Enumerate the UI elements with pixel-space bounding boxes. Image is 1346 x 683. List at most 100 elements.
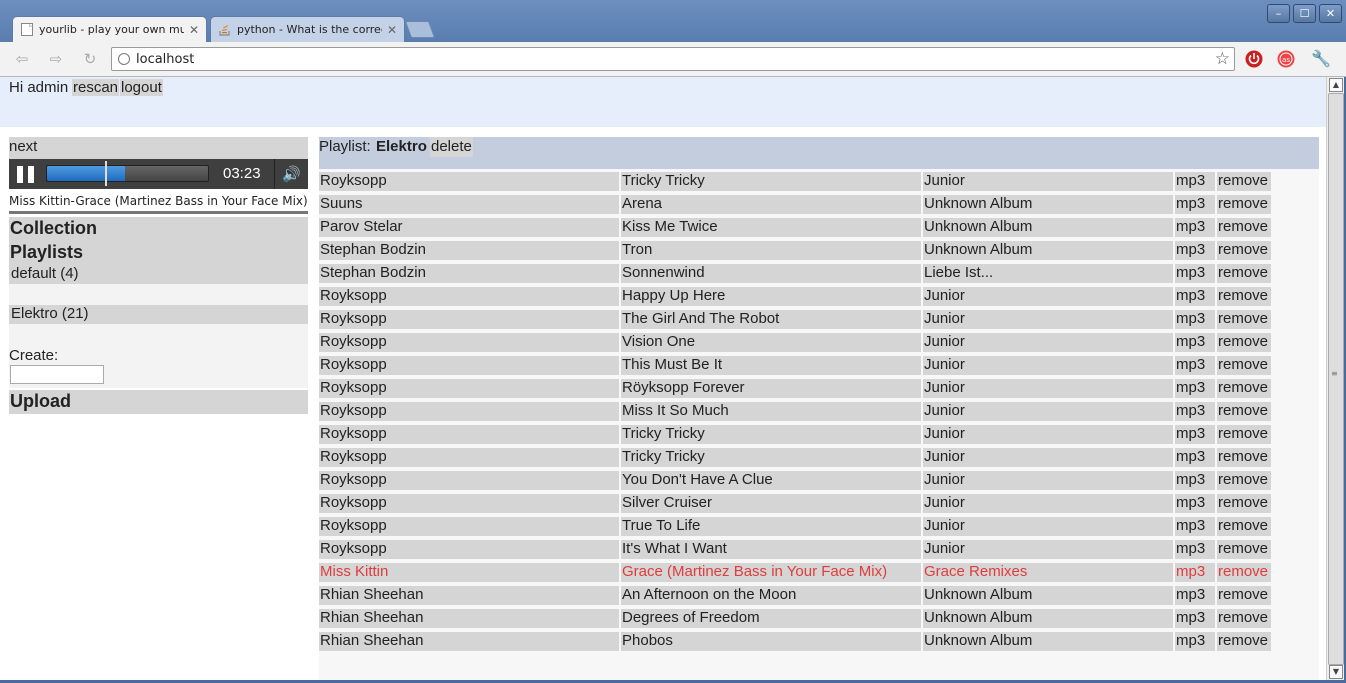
table-row[interactable]: Rhian Sheehan Degrees of Freedom Unknown A… bbox=[319, 609, 1271, 628]
remove-track-button[interactable]: remove bbox=[1217, 494, 1271, 513]
remove-track-button[interactable]: remove bbox=[1217, 379, 1271, 398]
album-cell: Junior bbox=[923, 540, 1173, 559]
album-cell: Junior bbox=[923, 172, 1173, 191]
scroll-up-icon[interactable]: ▲ bbox=[1329, 78, 1343, 92]
upload-link[interactable]: Upload bbox=[9, 390, 308, 414]
lastfm-extension-icon[interactable]: as bbox=[1277, 50, 1295, 68]
table-row[interactable]: Royksopp It's What I Want Junior mp3 remove bbox=[319, 540, 1271, 559]
forward-icon[interactable]: ⇨ bbox=[46, 50, 66, 68]
seek-bar[interactable] bbox=[46, 161, 209, 186]
title-cell: Vision One bbox=[621, 333, 921, 352]
remove-track-button[interactable]: remove bbox=[1217, 264, 1271, 283]
format-cell: mp3 bbox=[1175, 218, 1215, 237]
maximize-icon[interactable]: ☐ bbox=[1293, 4, 1316, 23]
tab-yourlib[interactable]: yourlib - play your own mu ✕ bbox=[12, 16, 207, 42]
table-row[interactable]: Royksopp Vision One Junior mp3 remove bbox=[319, 333, 1271, 352]
remove-track-button[interactable]: remove bbox=[1217, 586, 1271, 605]
pause-icon[interactable] bbox=[17, 166, 35, 183]
wrench-icon[interactable]: 🔧 bbox=[1311, 49, 1331, 68]
table-row[interactable]: Rhian Sheehan Phobos Unknown Album mp3 remov… bbox=[319, 632, 1271, 651]
close-window-icon[interactable]: ✕ bbox=[1319, 4, 1342, 23]
divider bbox=[274, 159, 275, 189]
table-row[interactable]: Royksopp Tricky Tricky Junior mp3 remove bbox=[319, 448, 1271, 467]
table-row[interactable]: Royksopp Silver Cruiser Junior mp3 remove bbox=[319, 494, 1271, 513]
page-scrollbar[interactable]: ▲ ≡ ▼ bbox=[1326, 77, 1344, 680]
playlist-item-elektro[interactable]: Elektro (21) bbox=[9, 305, 308, 324]
create-playlist-input[interactable] bbox=[10, 365, 104, 384]
remove-track-button[interactable]: remove bbox=[1217, 241, 1271, 260]
minimize-icon[interactable]: – bbox=[1267, 4, 1290, 23]
remove-track-button[interactable]: remove bbox=[1217, 448, 1271, 467]
remove-track-button[interactable]: remove bbox=[1217, 172, 1271, 191]
next-button[interactable]: next bbox=[9, 137, 308, 159]
table-row[interactable]: Royksopp Tricky Tricky Junior mp3 remove bbox=[319, 172, 1271, 191]
table-row[interactable]: Stephan Bodzin Sonnenwind Liebe Ist... mp3 r… bbox=[319, 264, 1271, 283]
table-row[interactable]: Royksopp You Don't Have A Clue Junior mp3 re… bbox=[319, 471, 1271, 490]
remove-track-button[interactable]: remove bbox=[1217, 540, 1271, 559]
collection-link[interactable]: Collection bbox=[9, 217, 308, 241]
table-row[interactable]: Royksopp Miss It So Much Junior mp3 remove bbox=[319, 402, 1271, 421]
url-input[interactable] bbox=[136, 50, 1206, 68]
table-row[interactable]: Stephan Bodzin Tron Unknown Album mp3 remove bbox=[319, 241, 1271, 260]
title-cell: Grace (Martinez Bass in Your Face Mix) bbox=[621, 563, 921, 582]
title-cell: Degrees of Freedom bbox=[621, 609, 921, 628]
close-icon[interactable]: ✕ bbox=[387, 17, 397, 42]
artist-cell: Royksopp bbox=[319, 379, 619, 398]
table-row[interactable]: Rhian Sheehan An Afternoon on the Moon Unk… bbox=[319, 586, 1271, 605]
playlist-item-default[interactable]: default (4) bbox=[9, 265, 308, 284]
table-row[interactable]: Parov Stelar Kiss Me Twice Unknown Album mp… bbox=[319, 218, 1271, 237]
remove-track-button[interactable]: remove bbox=[1217, 402, 1271, 421]
page-icon bbox=[21, 23, 33, 36]
table-row[interactable]: Royksopp The Girl And The Robot Junior mp3 r… bbox=[319, 310, 1271, 329]
table-row[interactable]: Miss Kittin Grace (Martinez Bass in Your … bbox=[319, 563, 1271, 582]
address-bar[interactable]: ☆ bbox=[111, 47, 1235, 71]
format-cell: mp3 bbox=[1175, 540, 1215, 559]
format-cell: mp3 bbox=[1175, 264, 1215, 283]
scroll-thumb[interactable] bbox=[1328, 93, 1344, 665]
remove-track-button[interactable]: remove bbox=[1217, 195, 1271, 214]
table-row[interactable]: Royksopp Happy Up Here Junior mp3 remove bbox=[319, 287, 1271, 306]
table-row[interactable]: Royksopp This Must Be It Junior mp3 remove bbox=[319, 356, 1271, 375]
table-row[interactable]: Royksopp True To Life Junior mp3 remove bbox=[319, 517, 1271, 536]
close-icon[interactable]: ✕ bbox=[189, 17, 199, 42]
table-row[interactable]: Suuns Arena Unknown Album mp3 remove bbox=[319, 195, 1271, 214]
remove-track-button[interactable]: remove bbox=[1217, 287, 1271, 306]
table-row[interactable]: Royksopp Tricky Tricky Junior mp3 remove bbox=[319, 425, 1271, 444]
logout-button[interactable]: logout bbox=[120, 79, 163, 96]
delete-playlist-button[interactable]: delete bbox=[430, 137, 473, 157]
scroll-down-icon[interactable]: ▼ bbox=[1329, 665, 1343, 679]
remove-track-button[interactable]: remove bbox=[1217, 218, 1271, 237]
remove-track-button[interactable]: remove bbox=[1217, 356, 1271, 375]
remove-track-button[interactable]: remove bbox=[1217, 425, 1271, 444]
album-cell: Junior bbox=[923, 379, 1173, 398]
remove-track-button[interactable]: remove bbox=[1217, 517, 1271, 536]
remove-track-button[interactable]: remove bbox=[1217, 609, 1271, 628]
new-tab-button[interactable] bbox=[404, 21, 436, 38]
table-row[interactable]: Royksopp Röyksopp Forever Junior mp3 remove bbox=[319, 379, 1271, 398]
album-cell: Unknown Album bbox=[923, 609, 1173, 628]
title-cell: An Afternoon on the Moon bbox=[621, 586, 921, 605]
volume-icon[interactable]: 🔊 bbox=[282, 165, 301, 183]
playlist-name: Elektro bbox=[376, 138, 427, 155]
remove-track-button[interactable]: remove bbox=[1217, 563, 1271, 582]
artist-cell: Royksopp bbox=[319, 471, 619, 490]
back-icon[interactable]: ⇦ bbox=[12, 50, 32, 68]
album-cell: Junior bbox=[923, 425, 1173, 444]
artist-cell: Royksopp bbox=[319, 425, 619, 444]
browser-titlebar: yourlib - play your own mu ✕ python - Wh… bbox=[0, 0, 1346, 42]
bookmark-star-icon[interactable]: ☆ bbox=[1215, 49, 1230, 69]
power-extension-icon[interactable] bbox=[1245, 50, 1263, 68]
reload-icon[interactable]: ↻ bbox=[80, 50, 100, 68]
remove-track-button[interactable]: remove bbox=[1217, 471, 1271, 490]
seek-handle[interactable] bbox=[105, 161, 107, 186]
remove-track-button[interactable]: remove bbox=[1217, 632, 1271, 651]
remove-track-button[interactable]: remove bbox=[1217, 333, 1271, 352]
title-cell: Tron bbox=[621, 241, 921, 260]
rescan-button[interactable]: rescan bbox=[72, 79, 120, 96]
playlists-heading[interactable]: Playlists bbox=[9, 241, 308, 265]
page-viewport: Hi admin rescan logout next 03:23 🔊 Miss… bbox=[0, 77, 1326, 680]
tab-stackoverflow[interactable]: python - What is the correc ✕ bbox=[210, 16, 405, 42]
album-cell: Junior bbox=[923, 471, 1173, 490]
artist-cell: Stephan Bodzin bbox=[319, 264, 619, 283]
remove-track-button[interactable]: remove bbox=[1217, 310, 1271, 329]
